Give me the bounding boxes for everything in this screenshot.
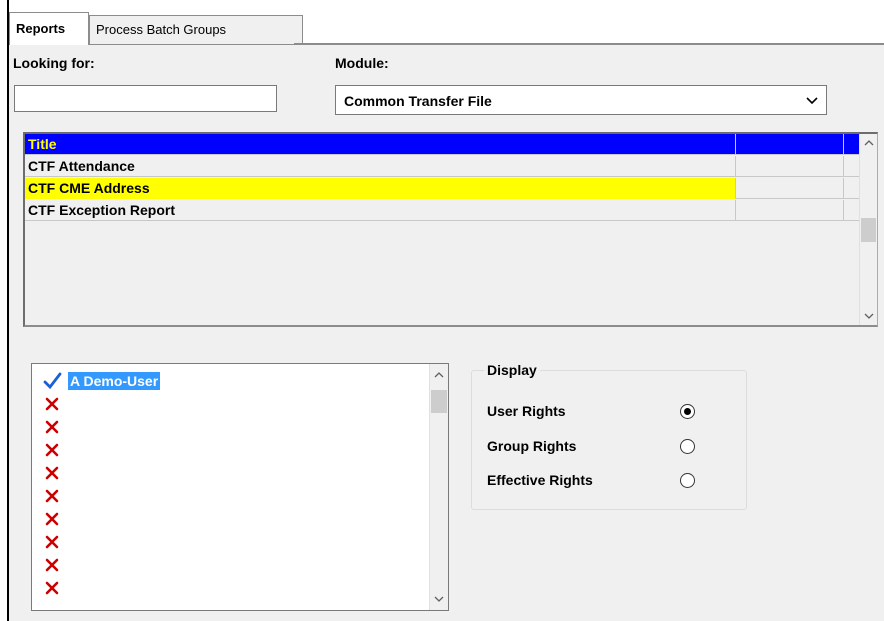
scroll-up-icon[interactable] [430, 366, 448, 384]
user-rights-label[interactable]: User Rights [487, 403, 566, 419]
grid-header-col2 [735, 134, 843, 155]
list-item[interactable] [42, 461, 68, 484]
user-name: A Demo-User [68, 371, 161, 390]
user-list: A Demo-User [31, 363, 449, 611]
grid-cell [843, 156, 859, 177]
scroll-thumb[interactable] [431, 390, 447, 413]
module-label: Module: [335, 55, 389, 71]
reports-panel: Looking for: Module: Common Transfer Fil… [9, 44, 884, 621]
grid-header-col3 [843, 134, 859, 155]
grid-cell [735, 200, 843, 221]
list-item[interactable] [42, 415, 68, 438]
group-rights-label[interactable]: Group Rights [487, 438, 576, 454]
report-title-cell: CTF Attendance [28, 158, 135, 174]
effective-rights-label[interactable]: Effective Rights [487, 472, 593, 488]
list-item[interactable] [42, 553, 68, 576]
scroll-up-icon[interactable] [860, 134, 877, 152]
list-item[interactable] [42, 392, 68, 415]
list-item[interactable]: A Demo-User [42, 369, 161, 392]
scroll-down-icon[interactable] [860, 307, 877, 325]
cross-icon[interactable] [42, 417, 62, 437]
grid-cell [735, 156, 843, 177]
chevron-down-icon [806, 97, 818, 105]
cross-icon[interactable] [42, 578, 62, 598]
list-item[interactable] [42, 576, 68, 599]
report-title-cell: CTF Exception Report [28, 202, 176, 218]
display-legend: Display [484, 362, 540, 378]
list-item[interactable] [42, 530, 68, 553]
reports-grid: Title CTF Attendance CTF CME Address CTF… [23, 132, 878, 327]
looking-for-input[interactable] [14, 85, 277, 112]
user-rights-radio[interactable] [680, 404, 695, 419]
table-row[interactable]: CTF Exception Report [25, 200, 859, 221]
grid-cell [735, 178, 843, 199]
grid-cell [843, 178, 859, 199]
module-select[interactable]: Common Transfer File [335, 85, 827, 115]
scroll-down-icon[interactable] [430, 590, 448, 608]
cross-icon[interactable] [42, 555, 62, 575]
display-group: Display User Rights Group Rights Effecti… [471, 362, 747, 510]
grid-header-row: Title [25, 134, 859, 155]
report-title-cell: CTF CME Address [25, 178, 735, 199]
cross-icon[interactable] [42, 509, 62, 529]
user-list-scrollbar[interactable] [429, 364, 448, 610]
list-item[interactable] [42, 484, 68, 507]
table-row[interactable]: CTF CME Address [25, 178, 859, 199]
checkmark-icon[interactable] [42, 371, 62, 391]
list-item[interactable] [42, 438, 68, 461]
grid-cell [843, 200, 859, 221]
cross-icon[interactable] [42, 532, 62, 552]
table-row[interactable]: CTF Attendance [25, 156, 859, 177]
tab-reports[interactable]: Reports [9, 12, 89, 45]
cross-icon[interactable] [42, 463, 62, 483]
list-item[interactable] [42, 507, 68, 530]
tab-process-batch-groups[interactable]: Process Batch Groups [89, 15, 303, 44]
grid-header-title[interactable]: Title [25, 134, 735, 155]
scroll-thumb[interactable] [861, 218, 876, 242]
effective-rights-radio[interactable] [680, 473, 695, 488]
tab-strip: Reports Process Batch Groups [9, 12, 884, 45]
module-selected-value: Common Transfer File [344, 93, 492, 109]
cross-icon[interactable] [42, 486, 62, 506]
cross-icon[interactable] [42, 394, 62, 414]
cross-icon[interactable] [42, 440, 62, 460]
group-rights-radio[interactable] [680, 439, 695, 454]
looking-for-label: Looking for: [13, 55, 95, 71]
grid-scrollbar[interactable] [859, 134, 877, 325]
